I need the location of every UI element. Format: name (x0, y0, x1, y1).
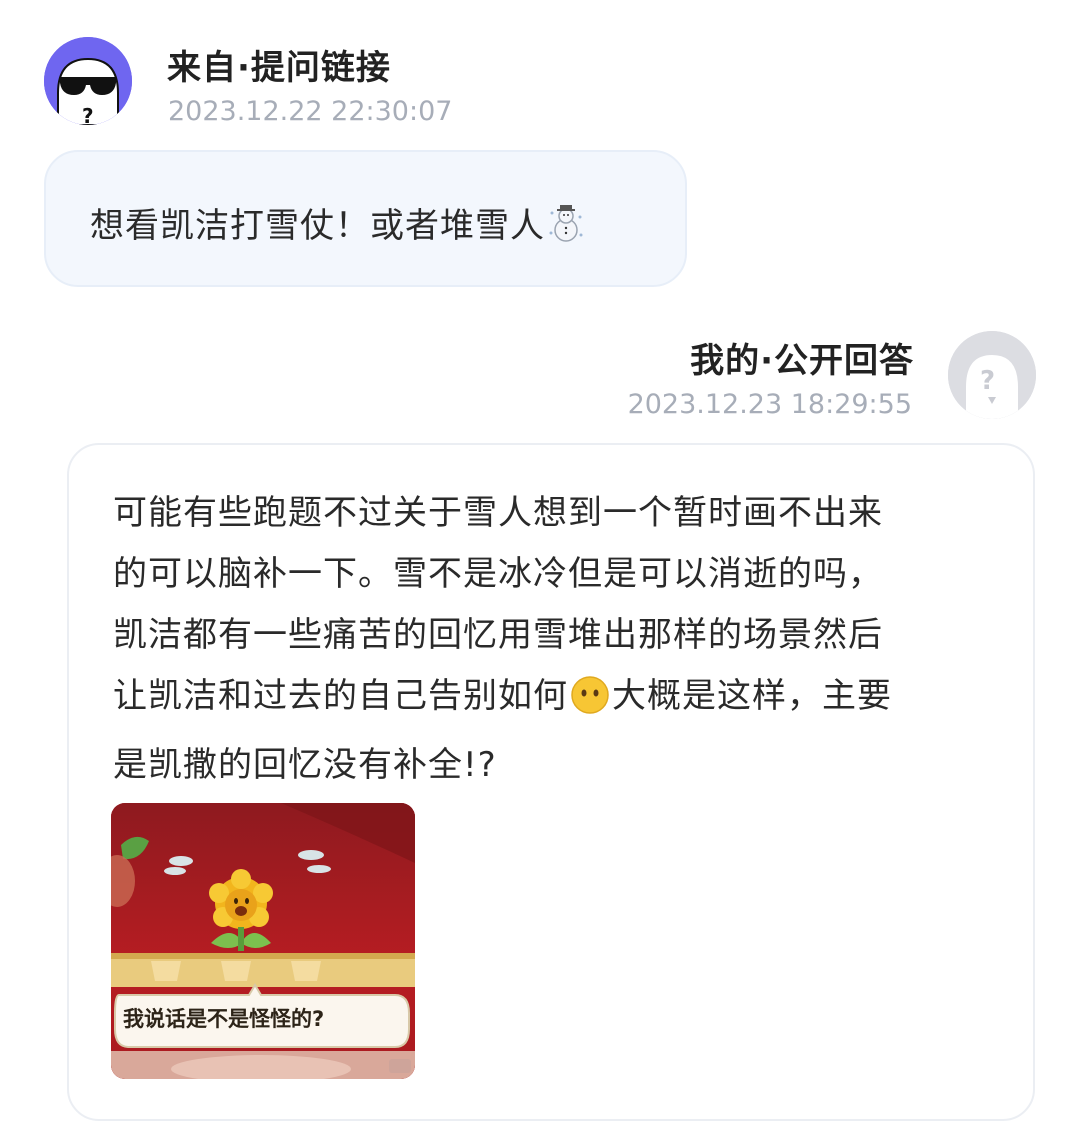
question-source-title: 来自·提问链接 (167, 48, 391, 88)
qa-page: ? 来自·提问链接 2023.12.22 22:30:07 想看凯洁打雪仗！或者… (0, 0, 1080, 1138)
answer-timestamp: 2023.12.23 18:29:55 (627, 389, 912, 420)
answer-line-with-emoji: 让凯洁和过去的自己告别如何 大概是这样，主要 (113, 666, 993, 735)
sunflower-meme-image[interactable]: 我说话是不是怪怪的? (111, 803, 415, 1079)
svg-text:?: ? (82, 104, 94, 125)
answer-line: 是凯撒的回忆没有补全!? (113, 745, 497, 785)
answer-line: 凯洁都有一些痛苦的回忆用雪堆出那样的场景然后 (113, 615, 883, 655)
answer-line: 的可以脑补一下。雪不是冰冷但是可以消逝的吗， (113, 554, 883, 594)
answer-line: 大概是这样，主要 (612, 676, 892, 716)
sunglasses-ghost-icon: ? (44, 37, 132, 125)
question-text: 想看凯洁打雪仗！或者堆雪人 (90, 206, 545, 246)
answer-card: 可能有些跑题不过关于雪人想到一个暂时画不出来 的可以脑补一下。雪不是冰冷但是可以… (67, 443, 1035, 1121)
snowman-icon (547, 203, 585, 252)
answer-line: 可能有些跑题不过关于雪人想到一个暂时画不出来 (113, 493, 883, 533)
no-mouth-face-icon (570, 674, 610, 735)
answerer-avatar[interactable]: ? (948, 331, 1036, 419)
question-timestamp: 2023.12.22 22:30:07 (168, 96, 453, 127)
asker-avatar[interactable]: ? (44, 37, 132, 125)
meme-caption: 我说话是不是怪怪的? (123, 1007, 325, 1031)
svg-text:?: ? (980, 366, 995, 396)
answer-text: 可能有些跑题不过关于雪人想到一个暂时画不出来 的可以脑补一下。雪不是冰冷但是可以… (113, 483, 993, 796)
anonymous-question-icon: ? (948, 331, 1036, 419)
question-bubble: 想看凯洁打雪仗！或者堆雪人 (44, 150, 687, 287)
question-text-row: 想看凯洁打雪仗！或者堆雪人 (90, 198, 585, 252)
meme-illustration (111, 803, 415, 1079)
answer-line: 让凯洁和过去的自己告别如何 (113, 676, 568, 716)
answer-title: 我的·公开回答 (690, 341, 914, 381)
